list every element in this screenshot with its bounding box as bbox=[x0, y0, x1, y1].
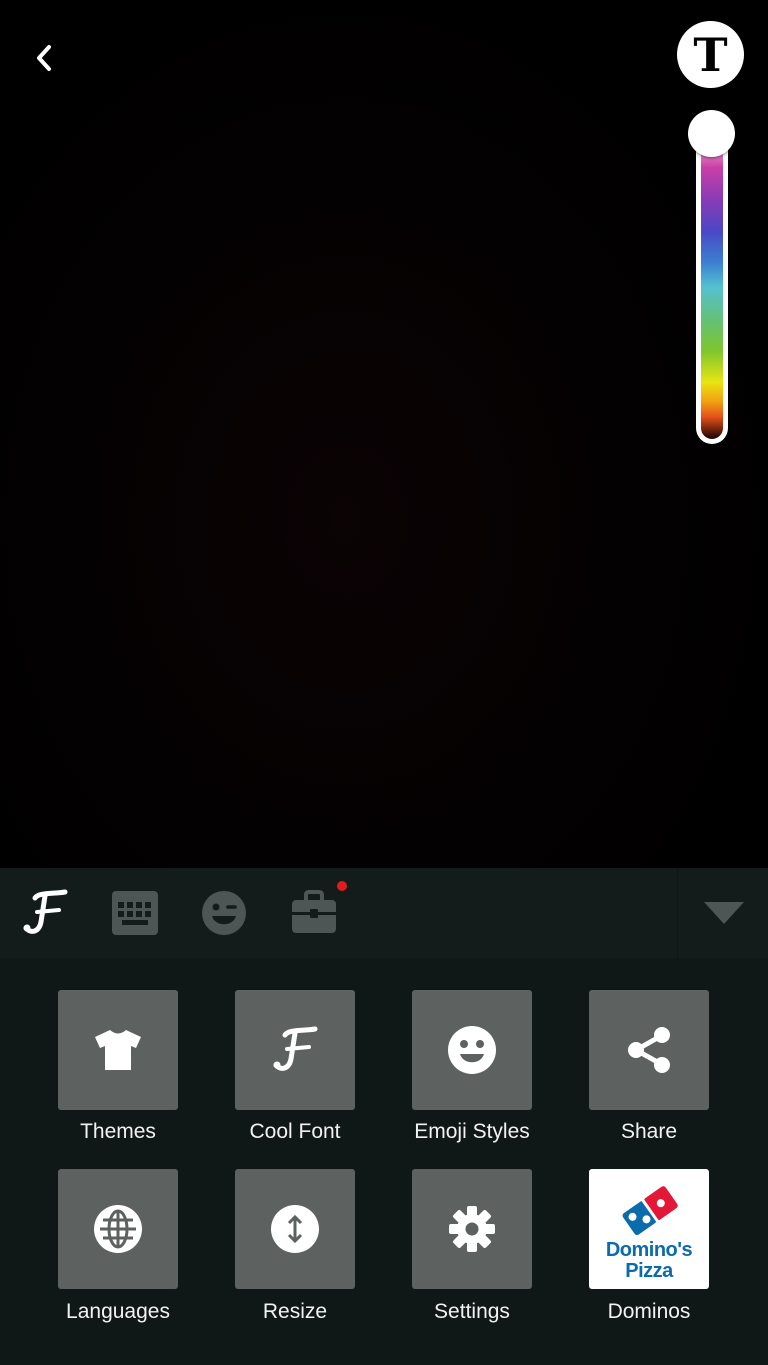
resize-label: Resize bbox=[262, 1300, 328, 1323]
toolbox-notification-badge bbox=[337, 881, 347, 891]
smiley-icon bbox=[448, 1026, 496, 1074]
share-button[interactable] bbox=[589, 990, 709, 1110]
gear-icon bbox=[449, 1206, 495, 1252]
share-label: Share bbox=[620, 1120, 678, 1143]
resize-button[interactable] bbox=[235, 1169, 355, 1289]
keyboard-tab[interactable] bbox=[90, 868, 180, 958]
themes-button[interactable] bbox=[58, 990, 178, 1110]
settings-button[interactable] bbox=[412, 1169, 532, 1289]
color-slider-track bbox=[701, 123, 723, 439]
languages-button[interactable] bbox=[58, 1169, 178, 1289]
emoji-tab[interactable] bbox=[179, 868, 269, 958]
color-slider-thumb[interactable] bbox=[688, 110, 735, 157]
chevron-left-icon bbox=[37, 45, 51, 71]
dominos-button[interactable]: Domino's Pizza bbox=[589, 1169, 709, 1289]
themes-label: Themes bbox=[80, 1120, 156, 1143]
share-icon bbox=[628, 1027, 670, 1073]
cool-font-logo-tab[interactable] bbox=[0, 868, 90, 958]
emoji-styles-button[interactable] bbox=[412, 990, 532, 1110]
dominos-logo-line1: Domino's bbox=[605, 1239, 693, 1261]
drawing-canvas[interactable] bbox=[0, 0, 768, 868]
color-slider[interactable] bbox=[696, 118, 728, 444]
tshirt-icon bbox=[95, 1030, 141, 1070]
fancy-F-icon bbox=[273, 1026, 318, 1071]
dominos-logo bbox=[622, 1186, 678, 1236]
briefcase-icon bbox=[292, 890, 336, 933]
dominos-label: Dominos bbox=[607, 1300, 691, 1323]
fancy-F-icon bbox=[23, 889, 68, 934]
wink-emoji-icon bbox=[202, 891, 246, 935]
triangle-down-icon bbox=[703, 902, 744, 924]
back-button[interactable] bbox=[22, 36, 66, 80]
cool-font-button[interactable] bbox=[235, 990, 355, 1110]
keyboard-icon bbox=[112, 891, 158, 935]
emoji-styles-label: Emoji Styles bbox=[414, 1120, 530, 1143]
text-style-button[interactable]: T bbox=[677, 21, 744, 88]
languages-label: Languages bbox=[66, 1300, 170, 1323]
cool-font-label: Cool Font bbox=[249, 1120, 341, 1143]
resize-vertical-icon bbox=[271, 1205, 319, 1253]
globe-icon bbox=[94, 1205, 142, 1253]
dominos-logo-line2: Pizza bbox=[625, 1260, 673, 1282]
collapse-keyboard-button[interactable] bbox=[677, 868, 768, 958]
settings-label: Settings bbox=[434, 1300, 510, 1323]
serif-T-icon: T bbox=[693, 27, 728, 82]
